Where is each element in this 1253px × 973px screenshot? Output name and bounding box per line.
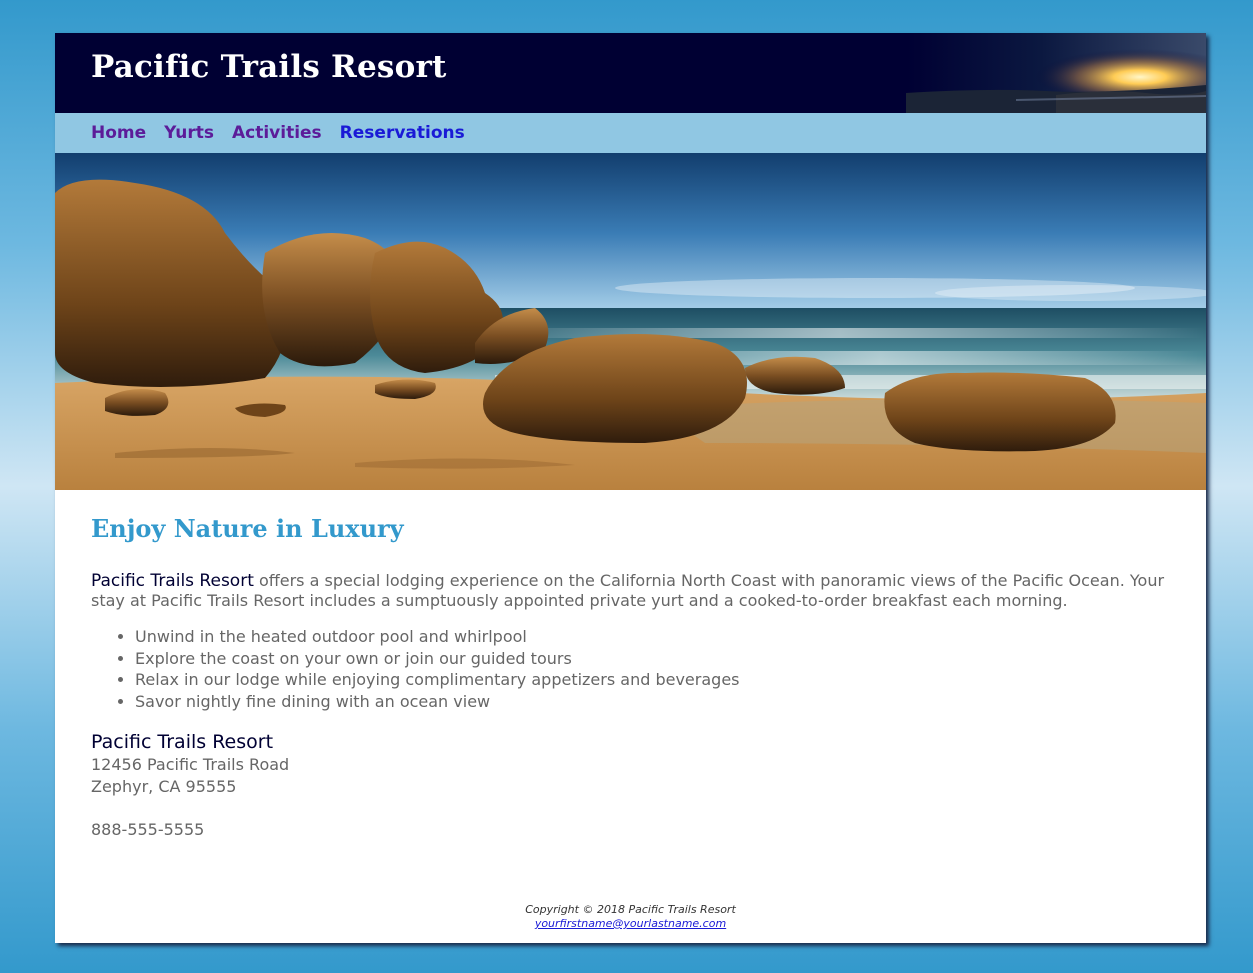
list-item: Savor nightly fine dining with an ocean … [135,691,1170,713]
beach-rocks-photo [55,153,1206,490]
list-item: Unwind in the heated outdoor pool and wh… [135,626,1170,648]
page-wrapper: Pacific Trails Resort Home Yurts Activit… [55,33,1206,943]
nav-home-link[interactable]: Home [91,123,146,143]
sunset-banner-image [906,33,1206,113]
main-nav: Home Yurts Activities Reservations [55,113,1206,153]
intro-resort-name: Pacific Trails Resort [91,571,254,591]
nav-activities-link[interactable]: Activities [232,123,322,143]
contact-phone: 888-555-5555 [91,820,205,839]
site-header: Pacific Trails Resort [55,33,1206,113]
list-item: Relax in our lodge while enjoying compli… [135,669,1170,691]
contact-name: Pacific Trails Resort [91,731,274,753]
list-item: Explore the coast on your own or join ou… [135,648,1170,670]
intro-paragraph: Pacific Trails Resort offers a special l… [91,571,1170,610]
address-street: 12456 Pacific Trails Road [91,755,290,774]
main-content: Enjoy Nature in Luxury Pacific Trails Re… [55,514,1206,840]
hero-image [55,153,1206,490]
contact-address: 12456 Pacific Trails Road Zephyr, CA 955… [91,754,1170,798]
copyright-text: Copyright © 2018 Pacific Trails Resort [525,903,736,916]
footer-email-link[interactable]: yourfirstname@yourlastname.com [535,917,726,930]
features-list: Unwind in the heated outdoor pool and wh… [91,626,1170,712]
nav-reservations-link[interactable]: Reservations [340,123,465,143]
site-title: Pacific Trails Resort [91,49,447,85]
address-city: Zephyr, CA 95555 [91,777,237,796]
nav-yurts-link[interactable]: Yurts [164,123,214,143]
site-footer: Copyright © 2018 Pacific Trails Resort y… [55,903,1206,931]
page-heading: Enjoy Nature in Luxury [91,514,404,543]
